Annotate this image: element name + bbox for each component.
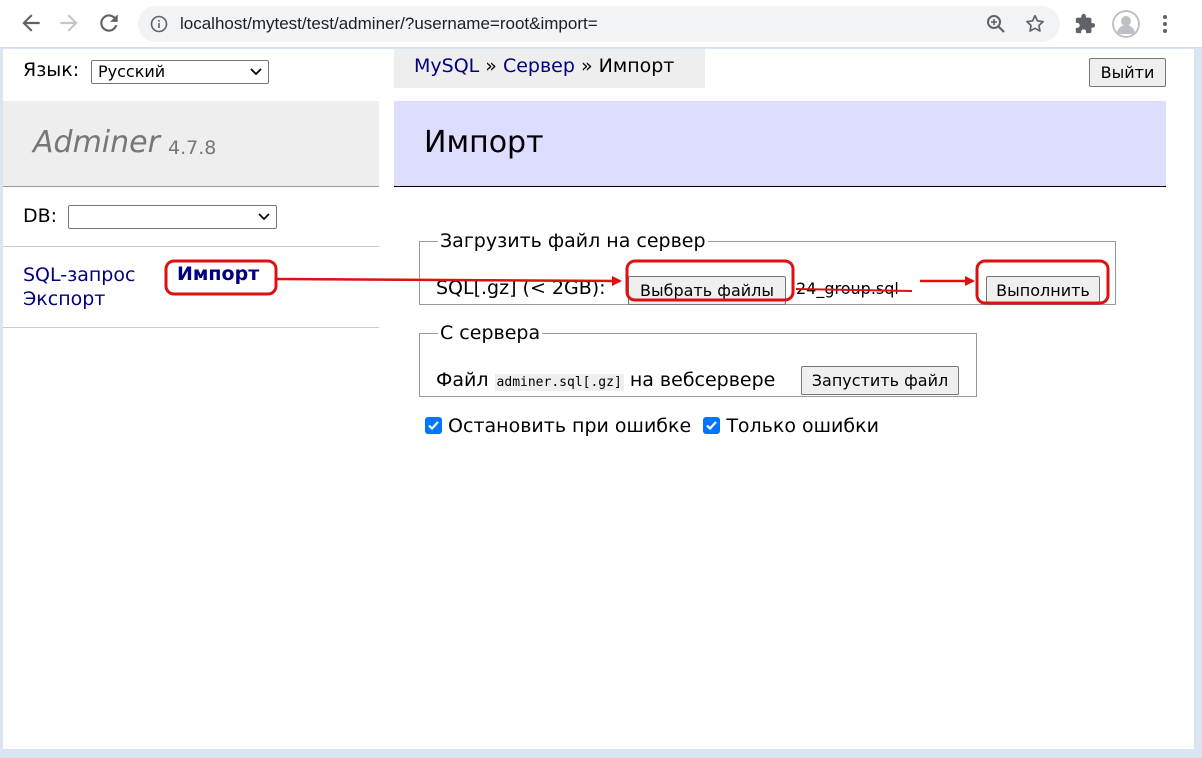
address-bar[interactable]: localhost/mytest/test/adminer/?username=…	[138, 6, 1060, 42]
breadcrumb: MySQL » Сервер » Импорт	[394, 49, 705, 88]
run-file-button[interactable]: Запустить файл	[801, 366, 959, 395]
browser-toolbar: localhost/mytest/test/adminer/?username=…	[0, 0, 1202, 48]
sidebar-item-export[interactable]: Экспорт	[23, 288, 105, 310]
page-content: Язык: Русский Adminer 4.7.8 DB: SQL-запр…	[3, 49, 1194, 749]
only-errors-label[interactable]: Только ошибки	[726, 415, 879, 437]
zoom-icon[interactable]	[986, 14, 1006, 34]
page-title: Импорт	[424, 125, 544, 160]
extensions-icon[interactable]	[1074, 13, 1096, 35]
only-errors-checkbox[interactable]	[703, 417, 721, 434]
breadcrumb-server[interactable]: Сервер	[503, 55, 575, 77]
db-label: DB:	[23, 205, 58, 227]
star-icon[interactable]	[1024, 13, 1046, 35]
server-file-path: adminer.sql[.gz]	[494, 374, 624, 391]
language-select[interactable]: Русский	[91, 60, 269, 84]
selected-file-name: 24_group.sql	[796, 279, 899, 298]
reload-icon[interactable]	[96, 10, 122, 36]
upload-legend: Загрузить файл на сервер	[440, 230, 706, 252]
profile-icon[interactable]	[1112, 10, 1140, 38]
sidebar-item-sql-query[interactable]: SQL-запрос	[23, 264, 135, 286]
upload-label: SQL[.gz] (< 2GB):	[436, 277, 606, 299]
brand-version: 4.7.8	[168, 137, 217, 159]
breadcrumb-mysql[interactable]: MySQL	[414, 55, 479, 77]
chevron-down-icon	[258, 213, 270, 221]
check-icon	[428, 421, 439, 431]
server-file-text: Файл adminer.sql[.gz] на вебсервере	[436, 369, 775, 391]
db-selector-row: DB:	[3, 187, 379, 247]
brand-block: Adminer 4.7.8	[3, 101, 379, 187]
forward-icon[interactable]	[56, 10, 82, 36]
back-icon[interactable]	[18, 10, 44, 36]
stop-on-error-checkbox[interactable]	[425, 417, 442, 434]
options-row: Остановить при ошибке Только ошибки	[425, 415, 879, 437]
breadcrumb-separator: »	[580, 55, 593, 77]
page-heading: Импорт	[394, 101, 1166, 187]
choose-files-button[interactable]: Выбрать файлы	[628, 276, 786, 305]
sidebar-links: SQL-запрос Экспорт Импорт	[3, 247, 379, 328]
language-value: Русский	[98, 62, 166, 81]
db-select[interactable]	[68, 205, 277, 229]
breadcrumb-current: Импорт	[598, 55, 675, 77]
check-icon	[706, 421, 718, 431]
sidebar-item-import[interactable]: Импорт	[177, 263, 259, 285]
menu-icon[interactable]	[1155, 12, 1175, 36]
language-label: Язык:	[23, 59, 80, 81]
breadcrumb-separator: »	[485, 55, 497, 77]
server-legend: С сервера	[440, 322, 541, 344]
server-file-suffix: на вебсервере	[629, 369, 776, 391]
url-text[interactable]: localhost/mytest/test/adminer/?username=…	[180, 14, 598, 34]
info-icon[interactable]	[150, 15, 168, 33]
server-file-prefix: Файл	[436, 369, 489, 391]
server-fieldset: С сервера Файл adminer.sql[.gz] на вебсе…	[419, 323, 977, 397]
logout-button[interactable]: Выйти	[1089, 58, 1166, 87]
chevron-down-icon	[250, 68, 262, 76]
upload-fieldset: Загрузить файл на сервер SQL[.gz] (< 2GB…	[419, 231, 1116, 305]
execute-button[interactable]: Выполнить	[986, 276, 1100, 305]
stop-on-error-label[interactable]: Остановить при ошибке	[448, 415, 691, 437]
brand-name[interactable]: Adminer	[33, 125, 160, 160]
